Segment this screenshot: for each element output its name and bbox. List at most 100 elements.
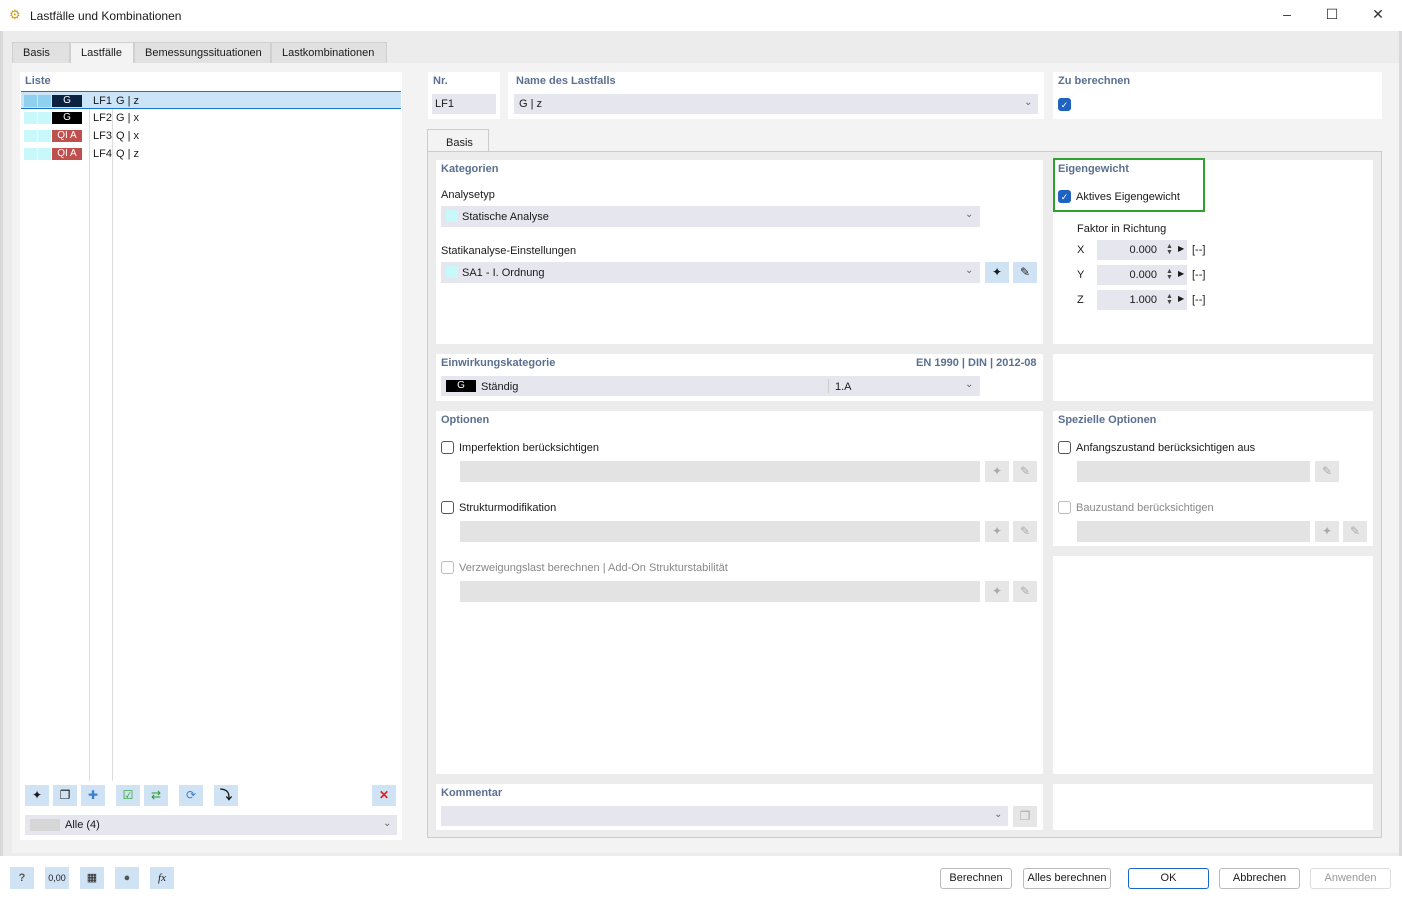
- struktur-checkbox[interactable]: [441, 501, 454, 514]
- factor-z-input[interactable]: 1.000: [1097, 290, 1187, 310]
- comment-library-icon[interactable]: ❐: [1013, 806, 1037, 827]
- new-modification-icon[interactable]: ✦: [985, 521, 1009, 542]
- tab-basis[interactable]: Basis: [12, 42, 70, 63]
- tab-lastkombinationen[interactable]: Lastkombinationen: [271, 42, 387, 63]
- active-selfweight-label: Aktives Eigengewicht: [1076, 191, 1180, 203]
- item-name: G | x: [116, 112, 140, 124]
- struktur-label: Strukturmodifikation: [459, 502, 557, 514]
- settings-value: SA1 - I. Ordnung: [462, 267, 545, 279]
- check-all-icon[interactable]: ☑: [116, 785, 140, 806]
- name-value: G | z: [519, 98, 543, 110]
- delete-icon[interactable]: ✕: [372, 785, 396, 806]
- new-stability-icon[interactable]: ✦: [985, 581, 1009, 602]
- imperfektion-checkbox[interactable]: [441, 441, 454, 454]
- anfang-select[interactable]: [1077, 461, 1310, 482]
- arrow-right-icon[interactable]: ▶: [1178, 294, 1184, 303]
- new-imperfection-icon[interactable]: ✦: [985, 461, 1009, 482]
- alles-berechnen-button[interactable]: Alles berechnen: [1023, 868, 1111, 889]
- color-swatch: [446, 210, 458, 222]
- column-divider: [89, 91, 90, 781]
- nr-value: LF1: [435, 98, 454, 110]
- chevron-down-icon: ⌄: [1024, 97, 1033, 108]
- struktur-select[interactable]: [460, 521, 980, 542]
- list-item[interactable]: QI A LF3 Q | x: [21, 127, 401, 145]
- arrow-right-icon[interactable]: ▶: [1178, 244, 1184, 253]
- new-construction-stage-icon[interactable]: ✦: [1315, 521, 1339, 542]
- active-selfweight-checkbox[interactable]: ✓: [1058, 190, 1071, 203]
- arrow-right-icon[interactable]: ▶: [1178, 269, 1184, 278]
- settings-select[interactable]: SA1 - I. Ordnung ⌄: [441, 262, 980, 283]
- dot-icon[interactable]: ●: [115, 867, 139, 889]
- eigengewicht-title: Eigengewicht: [1058, 163, 1129, 175]
- app-icon: ⚙: [9, 7, 21, 22]
- toggle-check-icon[interactable]: ⇄: [144, 785, 168, 806]
- axis-label: X: [1077, 244, 1085, 256]
- list-item[interactable]: G LF2 G | x: [21, 109, 401, 127]
- color-swatch: [24, 130, 37, 142]
- imperfektion-select[interactable]: [460, 461, 980, 482]
- einwirkung-select[interactable]: G Ständig 1.A ⌄: [441, 376, 980, 396]
- name-select[interactable]: G | z ⌄: [514, 94, 1038, 114]
- calc-checkbox[interactable]: ✓: [1058, 98, 1071, 111]
- tab-lastfaelle[interactable]: Lastfälle: [70, 42, 134, 64]
- verzweigung-select[interactable]: [460, 581, 980, 602]
- bauzustand-select[interactable]: [1077, 521, 1310, 542]
- verzweigung-label: Verzweigungslast berechnen | Add-On Stru…: [459, 562, 728, 574]
- color-swatch: [38, 148, 51, 160]
- filter-select[interactable]: Alle (4) ⌄: [25, 815, 397, 835]
- new-settings-icon[interactable]: ✦: [985, 262, 1009, 283]
- edit-imperfection-icon[interactable]: ✎: [1013, 461, 1037, 482]
- ok-button[interactable]: OK: [1128, 868, 1209, 889]
- factor-x-input[interactable]: 0.000: [1097, 240, 1187, 260]
- edit-modification-icon[interactable]: ✎: [1013, 521, 1037, 542]
- copy-item-icon[interactable]: ❐: [53, 785, 77, 806]
- edit-initial-state-icon[interactable]: ✎: [1315, 461, 1339, 482]
- sort-icon[interactable]: ⤵: [214, 785, 238, 806]
- insert-item-icon[interactable]: ✚: [81, 785, 105, 806]
- empty-panel: [1053, 354, 1373, 401]
- close-button[interactable]: ✕: [1368, 6, 1388, 26]
- chevron-down-icon: ⌄: [994, 809, 1003, 820]
- formula-icon[interactable]: fx: [150, 867, 174, 889]
- chevron-down-icon: ⌄: [965, 379, 974, 390]
- anwenden-button[interactable]: Anwenden: [1310, 868, 1391, 889]
- spezielle-title: Spezielle Optionen: [1058, 414, 1157, 426]
- minimize-button[interactable]: –: [1277, 6, 1297, 26]
- einwirkung-title: Einwirkungskategorie: [441, 357, 556, 369]
- list-item[interactable]: G LF1 G | z: [21, 91, 401, 109]
- anfang-checkbox[interactable]: [1058, 441, 1071, 454]
- factor-row-z: Z 1.000 ▲ ▼ ▶ [--]: [1076, 290, 1216, 310]
- edit-settings-icon[interactable]: ✎: [1013, 262, 1037, 283]
- empty-panel: [1053, 556, 1373, 774]
- maximize-button[interactable]: ☐: [1322, 6, 1342, 26]
- spinner-icon[interactable]: ▲ ▼: [1166, 268, 1173, 281]
- list-item[interactable]: QI A LF4 Q | z: [21, 145, 401, 163]
- renumber-icon[interactable]: ⟳: [179, 785, 203, 806]
- kommentar-input[interactable]: ⌄: [441, 806, 1008, 826]
- new-item-icon[interactable]: ✦: [25, 785, 49, 806]
- unit-label: [--]: [1192, 244, 1206, 256]
- bauzustand-checkbox[interactable]: [1058, 501, 1071, 514]
- factor-row-x: X 0.000 ▲ ▼ ▶ [--]: [1076, 240, 1216, 260]
- spinner-icon[interactable]: ▲ ▼: [1166, 293, 1173, 306]
- units-icon[interactable]: 0,00: [45, 867, 69, 889]
- subtab-basis[interactable]: Basis: [427, 129, 489, 152]
- category-badge: QI A: [52, 148, 82, 160]
- berechnen-button[interactable]: Berechnen: [940, 868, 1012, 889]
- filter-value: Alle (4): [65, 819, 100, 831]
- factor-y-input[interactable]: 0.000: [1097, 265, 1187, 285]
- list-panel: [20, 72, 402, 840]
- axis-label: Y: [1077, 269, 1085, 281]
- chevron-down-icon: ⌄: [965, 265, 974, 276]
- item-no: LF3: [93, 130, 112, 142]
- display-settings-icon[interactable]: ▦: [80, 867, 104, 889]
- analysetyp-select[interactable]: Statische Analyse ⌄: [441, 206, 980, 227]
- edit-construction-stage-icon[interactable]: ✎: [1343, 521, 1367, 542]
- abbrechen-button[interactable]: Abbrechen: [1219, 868, 1300, 889]
- help-icon[interactable]: ?: [10, 867, 34, 889]
- tab-bemessungssituationen[interactable]: Bemessungssituationen: [134, 42, 271, 63]
- spinner-icon[interactable]: ▲ ▼: [1166, 243, 1173, 256]
- verzweigung-checkbox[interactable]: [441, 561, 454, 574]
- nr-field[interactable]: LF1: [432, 94, 496, 114]
- edit-stability-icon[interactable]: ✎: [1013, 581, 1037, 602]
